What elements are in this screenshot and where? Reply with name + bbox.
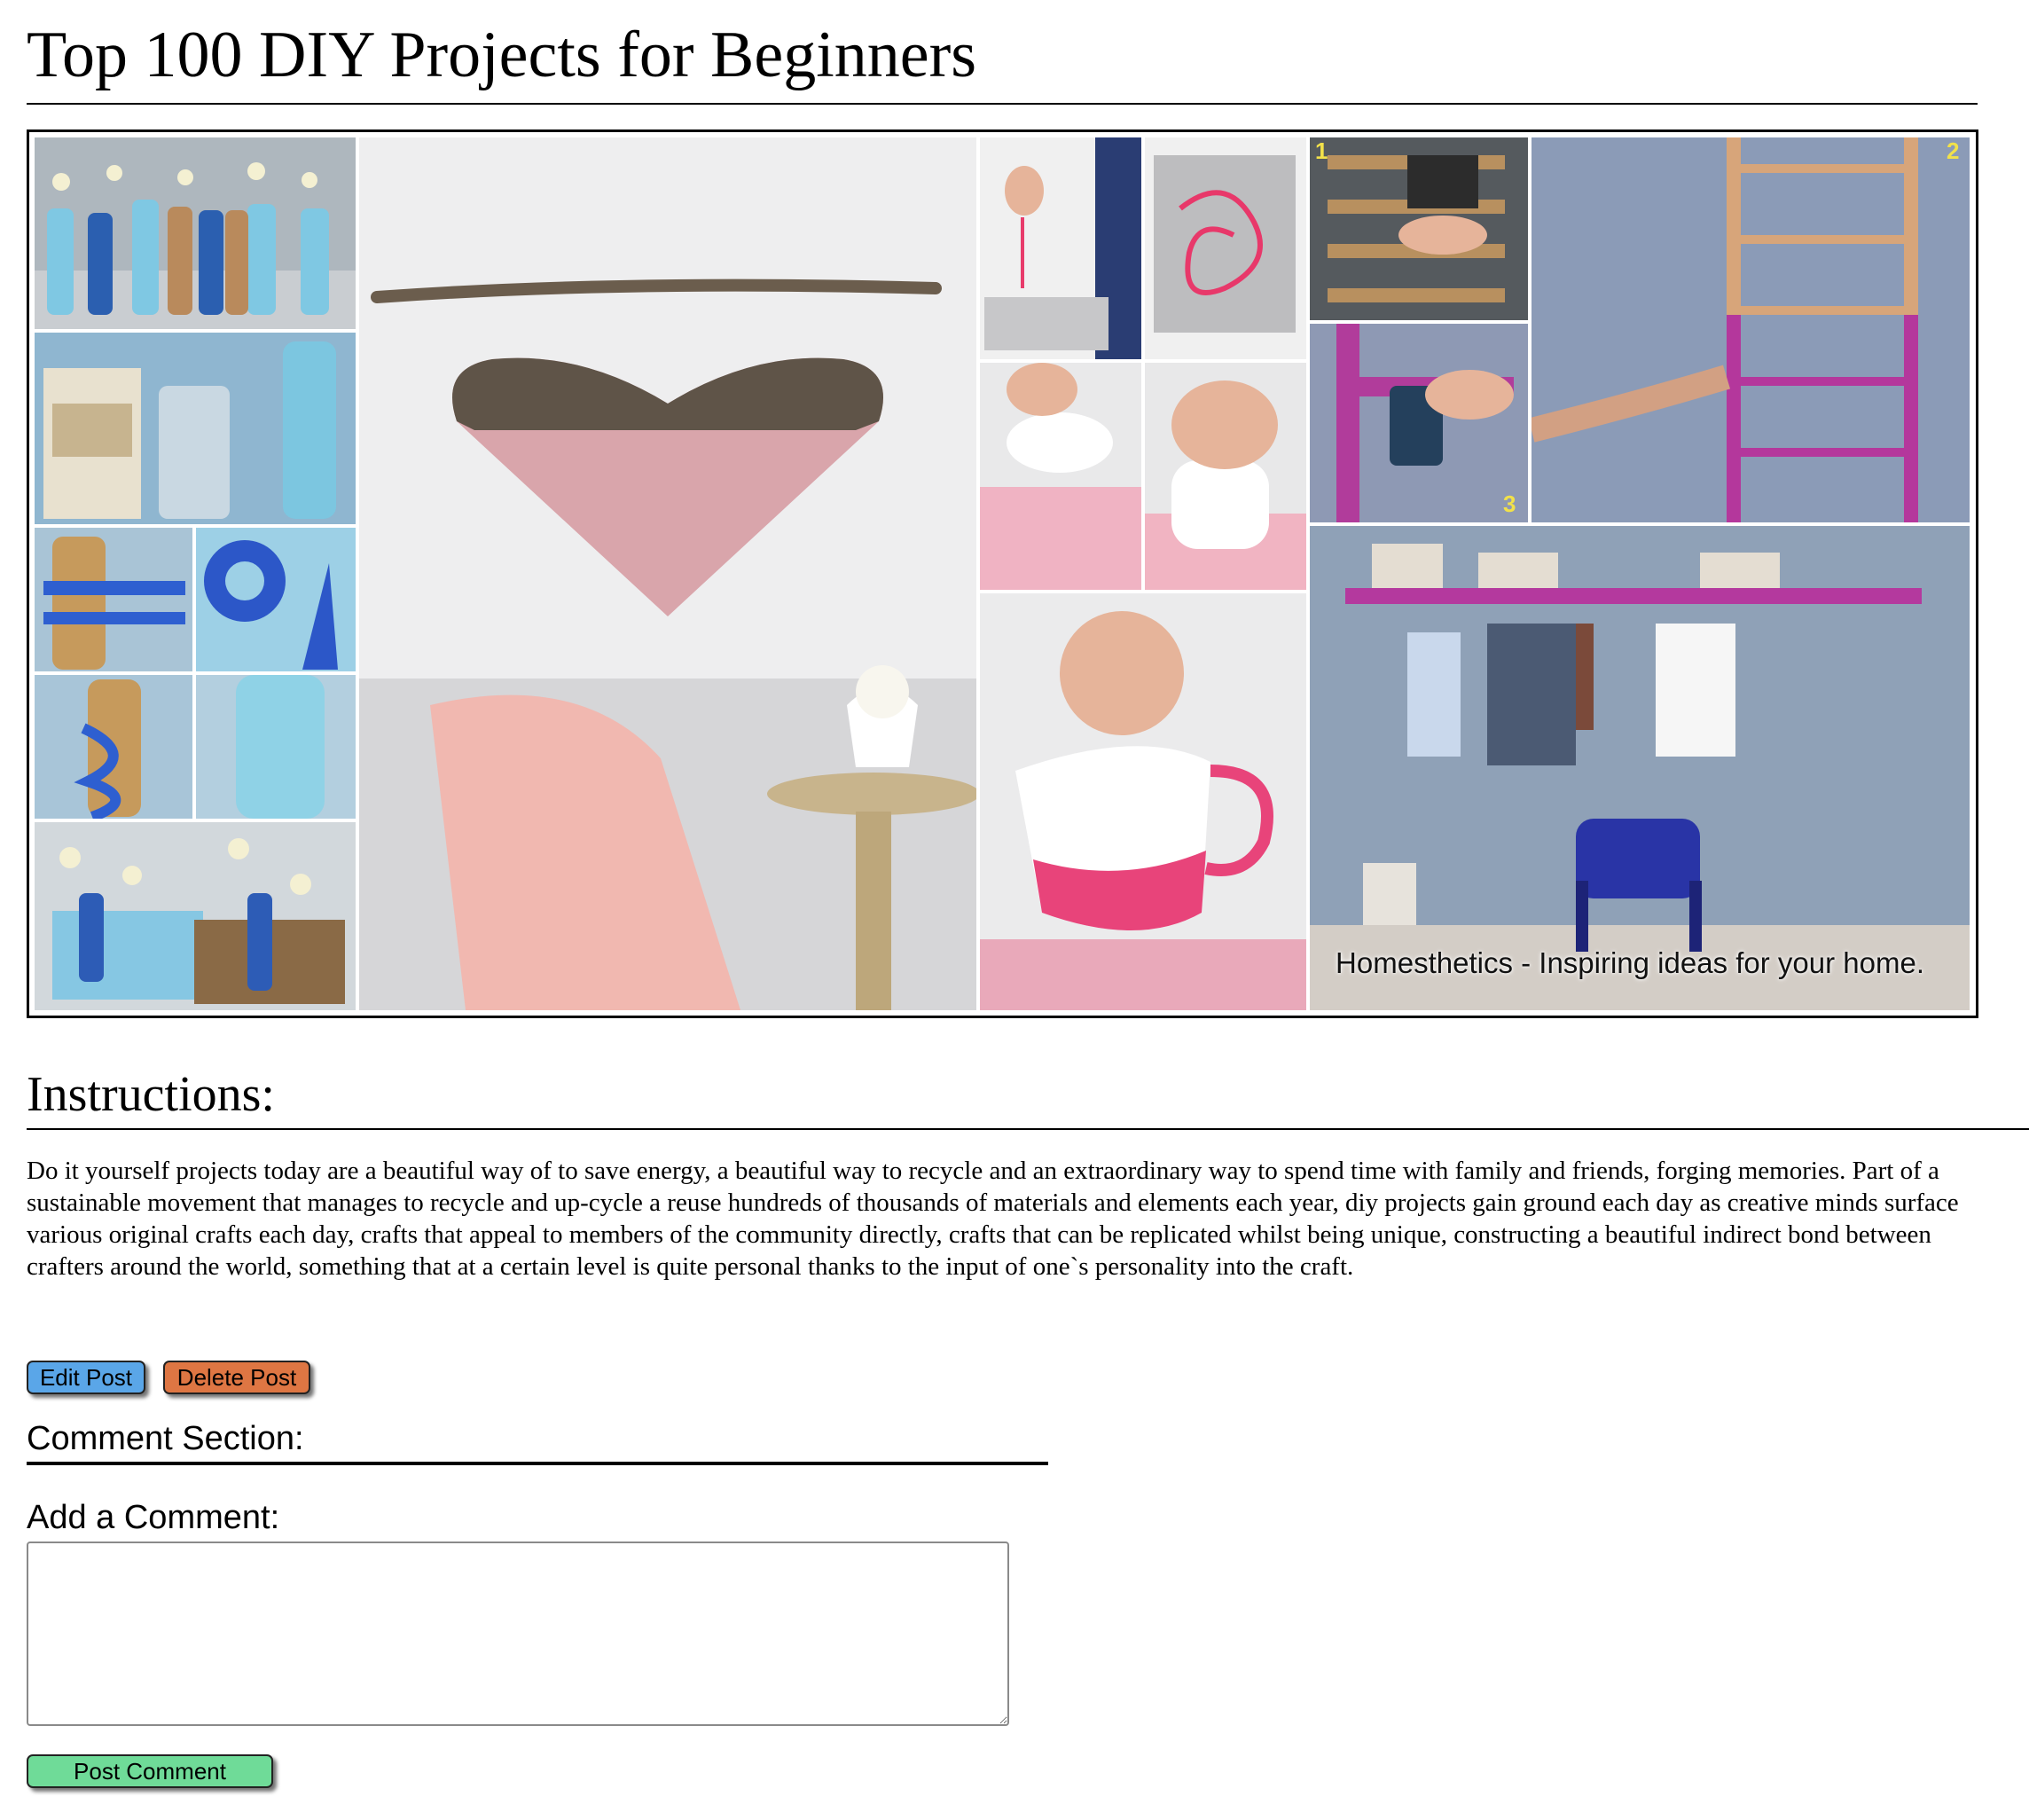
ladder-drilling-photo: 3 [1310,324,1528,522]
delete-post-button[interactable]: Delete Post [163,1361,310,1394]
instructions-text: Do it yourself projects today are a beau… [27,1157,1959,1281]
painted-bottles-photo [35,137,356,329]
ladder-clothes-rack-photo [1310,526,1970,1010]
mug-press-photo [1145,363,1306,590]
twig-heart-photo [359,137,976,1010]
light-blue-bottle-photo [196,675,356,819]
post-comment-button[interactable]: Post Comment [27,1754,273,1788]
comment-input[interactable] [27,1542,1009,1726]
marbling-tray-photo [1145,137,1306,359]
instructions-heading: Instructions: [27,1064,2029,1130]
taped-gold-bottle-photo [35,675,192,819]
bottle-vases-box-photo [35,822,356,1010]
step-number: 1 [1315,137,1328,164]
edit-post-button[interactable]: Edit Post [27,1361,145,1394]
step-number: 3 [1503,490,1516,517]
mug-dip-photo [980,363,1141,590]
nail-polish-pour-photo [980,137,1141,359]
add-comment-label: Add a Comment: [27,1499,280,1536]
page-title: Top 100 DIY Projects for Beginners [27,16,1978,105]
blue-tape-photo [196,528,356,671]
ladder-painting-photo: 2 [1532,137,1970,522]
ladder-sanding-photo: 1 [1310,137,1528,320]
marbled-mug-photo [980,593,1306,1010]
image-watermark: Homesthetics - Inspiring ideas for your … [1336,946,1924,979]
gold-bottle-taping-photo [35,528,192,671]
comment-section-heading: Comment Section: [27,1417,1048,1465]
step-number: 2 [1947,137,1960,164]
spray-paint-bottles-photo [35,333,356,524]
post-image: 1 3 2 Homesthetics - Inspiring ideas for… [27,129,1978,1018]
